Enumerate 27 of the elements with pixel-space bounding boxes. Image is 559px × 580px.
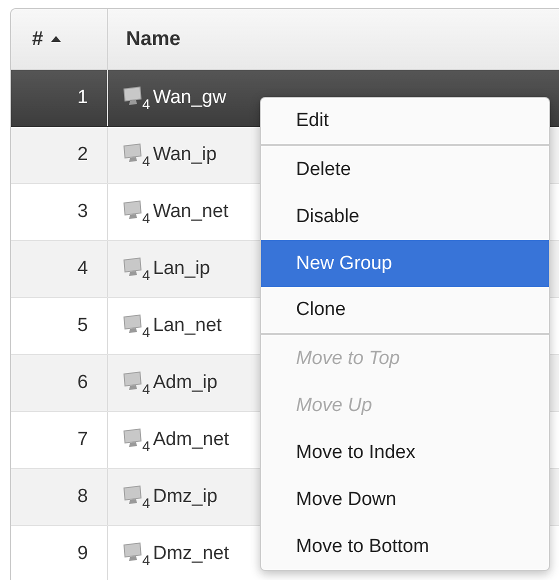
name-cell: Lan_net bbox=[153, 315, 222, 337]
index-cell: 4 bbox=[11, 241, 108, 297]
ip-version-label: 4 bbox=[142, 381, 150, 397]
name-cell: Dmz_ip bbox=[153, 486, 218, 508]
index-cell: 1 bbox=[11, 70, 108, 126]
ip-version-label: 4 bbox=[142, 324, 150, 340]
ip-version-label: 4 bbox=[142, 495, 150, 511]
ip-version-label: 4 bbox=[142, 96, 150, 112]
index-cell: 8 bbox=[11, 469, 108, 525]
ip-version-label: 4 bbox=[142, 267, 150, 283]
ip-version-label: 4 bbox=[142, 210, 150, 226]
name-cell: Lan_ip bbox=[153, 258, 210, 280]
name-cell: Wan_net bbox=[153, 201, 228, 223]
ip-version-label: 4 bbox=[142, 438, 150, 454]
ip-version-label: 4 bbox=[142, 153, 150, 169]
name-cell: Adm_ip bbox=[153, 372, 218, 394]
name-cell: Wan_ip bbox=[153, 144, 217, 166]
ip-version-label: 4 bbox=[142, 552, 150, 568]
name-cell: Wan_gw bbox=[153, 87, 226, 109]
index-cell: 2 bbox=[11, 127, 108, 183]
index-cell: 9 bbox=[11, 526, 108, 580]
index-cell: 7 bbox=[11, 412, 108, 468]
index-cell: 3 bbox=[11, 184, 108, 240]
name-cell: Adm_net bbox=[153, 429, 230, 451]
index-cell: 6 bbox=[11, 355, 108, 411]
index-cell: 5 bbox=[11, 298, 108, 354]
name-cell: Dmz_net bbox=[153, 543, 230, 565]
